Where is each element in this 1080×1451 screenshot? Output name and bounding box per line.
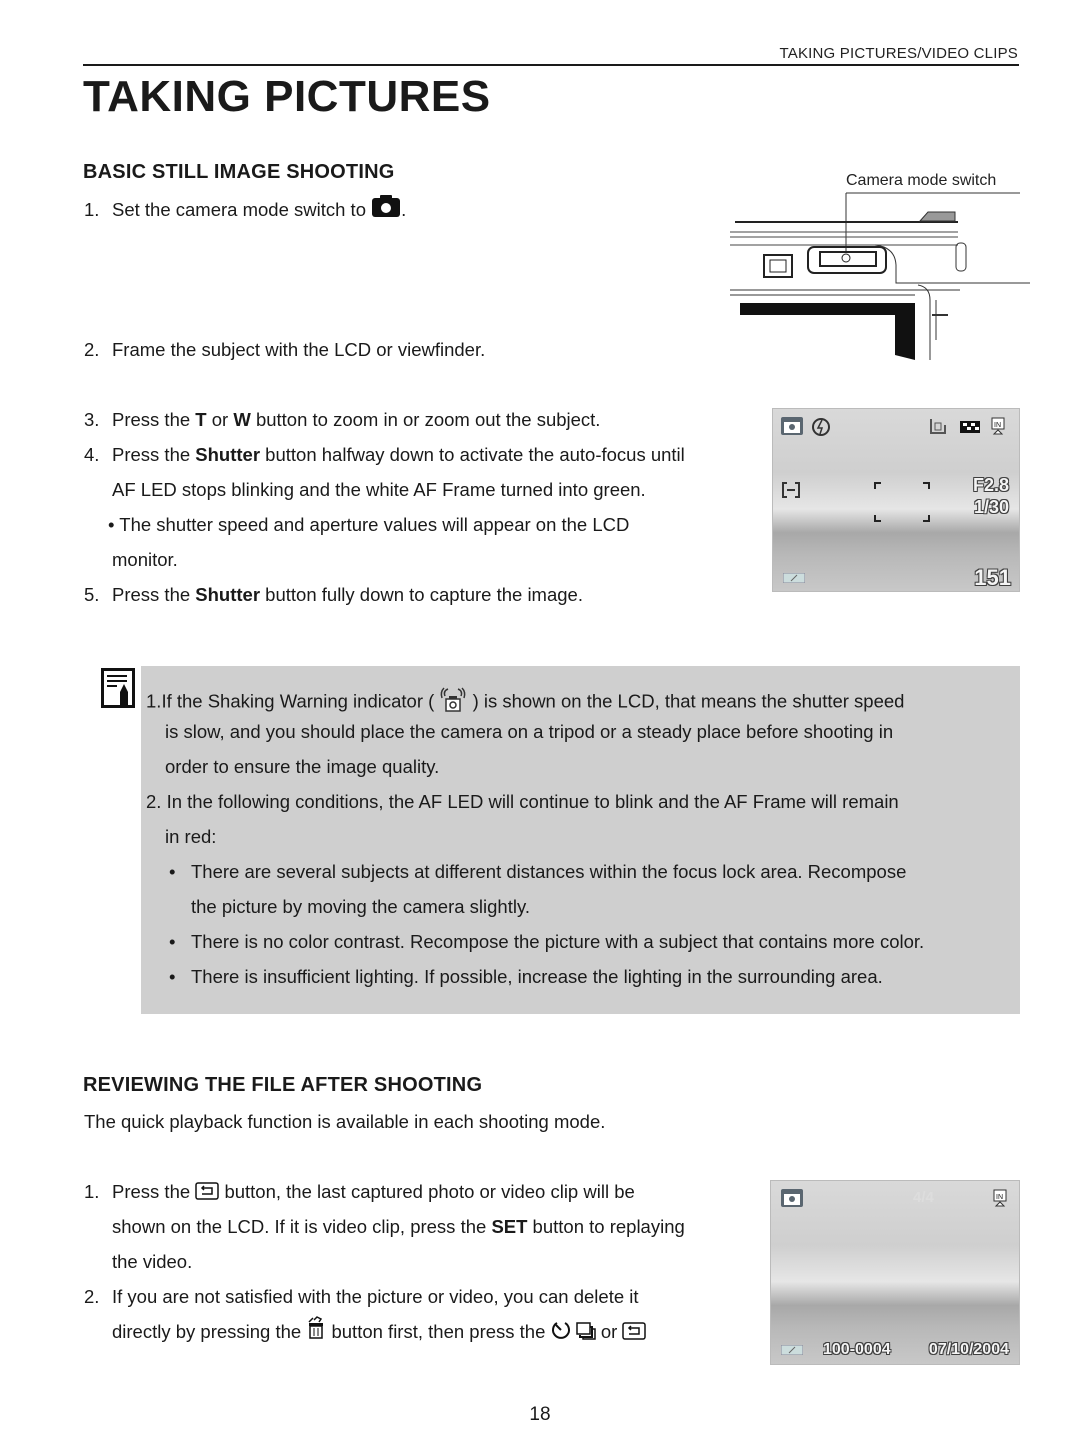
note-item-1-line2: is slow, and you should place the camera… — [165, 721, 894, 742]
af-bracket-icon — [782, 482, 800, 498]
lcd-shooting-preview: IN F2.8 1/30 151 — [772, 408, 1020, 592]
note-bullet-1-line2: the picture by moving the camera slightl… — [191, 896, 530, 917]
camera-icon — [371, 194, 401, 229]
step-number: 3. — [84, 409, 100, 430]
camera-mode-icon — [781, 417, 803, 435]
quality-icon — [960, 421, 980, 433]
camera-mode-icon — [781, 1189, 803, 1207]
battery-icon — [783, 573, 805, 583]
image-size-icon — [930, 419, 946, 434]
flash-off-icon — [812, 418, 830, 436]
section-intro: The quick playback function is available… — [84, 1111, 606, 1132]
af-frame — [874, 482, 930, 522]
delete-icon — [306, 1315, 326, 1351]
shutter-speed-value: 1/30 — [973, 497, 1009, 517]
step-text-line2: directly by pressing the button first, t… — [112, 1314, 647, 1351]
step-number: 1. — [84, 199, 100, 220]
internal-memory-icon: IN — [993, 1189, 1007, 1207]
note-bullet-2: • There is no color contrast. Recompose t… — [169, 931, 925, 952]
note-item-1: 1.If the Shaking Warning indicator ( ) i… — [146, 686, 904, 719]
step-number: 2. — [84, 339, 100, 360]
capture-date: 07/10/2004 — [928, 1341, 1009, 1358]
step-number: 4. — [84, 444, 100, 465]
step-number: 2. — [84, 1286, 100, 1307]
running-head: TAKING PICTURES/VIDEO CLIPS — [779, 45, 1018, 62]
step-text: Press the Shutter button fully down to c… — [112, 584, 583, 605]
step-text: Press the button, the last captured phot… — [112, 1174, 635, 1211]
note-item-1-line3: order to ensure the image quality. — [165, 756, 440, 777]
step-text-line2: shown on the LCD. If it is video clip, p… — [112, 1216, 685, 1237]
step-text: Set the camera mode switch to — [112, 199, 366, 220]
continuous-shot-icon — [575, 1316, 596, 1351]
step-text: Press the T or W button to zoom in or zo… — [112, 409, 601, 430]
playback-icon — [622, 1316, 647, 1351]
step-number: 1. — [84, 1181, 100, 1202]
internal-memory-icon: IN — [991, 417, 1005, 435]
step-text: Press the Shutter button halfway down to… — [112, 444, 685, 465]
note-bullet-3: • There is insufficient lighting. If poss… — [169, 966, 883, 987]
note-box: 1.If the Shaking Warning indicator ( ) i… — [141, 666, 1020, 1014]
svg-text:IN: IN — [996, 1194, 1003, 1201]
step-text-line3: the video. — [112, 1251, 193, 1272]
playback-icon — [195, 1176, 220, 1211]
shots-remaining: 151 — [974, 565, 1011, 590]
step-bullet-line2: monitor. — [112, 549, 178, 570]
lcd-playback-preview: 4/4 IN 100-0004 07/10/2004 — [770, 1180, 1020, 1365]
camera-top-diagram — [730, 192, 1030, 360]
file-number: 100-0004 — [823, 1341, 891, 1358]
frame-count: 4/4 — [913, 1189, 934, 1206]
note-item-2: 2. In the following conditions, the AF L… — [146, 791, 899, 812]
self-timer-icon — [551, 1316, 571, 1351]
step-bullet: • The shutter speed and aperture values … — [108, 514, 630, 535]
page-title: TAKING PICTURES — [83, 72, 491, 121]
step-number: 5. — [84, 584, 100, 605]
step-text-end: . — [401, 199, 407, 220]
aperture-value: F2.8 — [972, 475, 1009, 495]
step-text-line2: AF LED stops blinking and the white AF F… — [112, 479, 646, 500]
section-heading-basic-shooting: BASIC STILL IMAGE SHOOTING — [83, 161, 395, 183]
note-bullet-1: • There are several subjects at different… — [169, 861, 907, 882]
svg-text:IN: IN — [994, 422, 1001, 429]
step-text: If you are not satisfied with the pictur… — [112, 1286, 639, 1307]
step-text: Frame the subject with the LCD or viewfi… — [112, 339, 486, 360]
page-number: 18 — [529, 1404, 551, 1425]
header-rule — [83, 64, 1019, 66]
shake-warning-icon — [439, 686, 467, 719]
note-item-2-line2: in red: — [165, 826, 217, 847]
battery-icon — [781, 1345, 803, 1355]
section-heading-reviewing: REVIEWING THE FILE AFTER SHOOTING — [83, 1074, 483, 1096]
note-memo-icon — [101, 668, 135, 708]
